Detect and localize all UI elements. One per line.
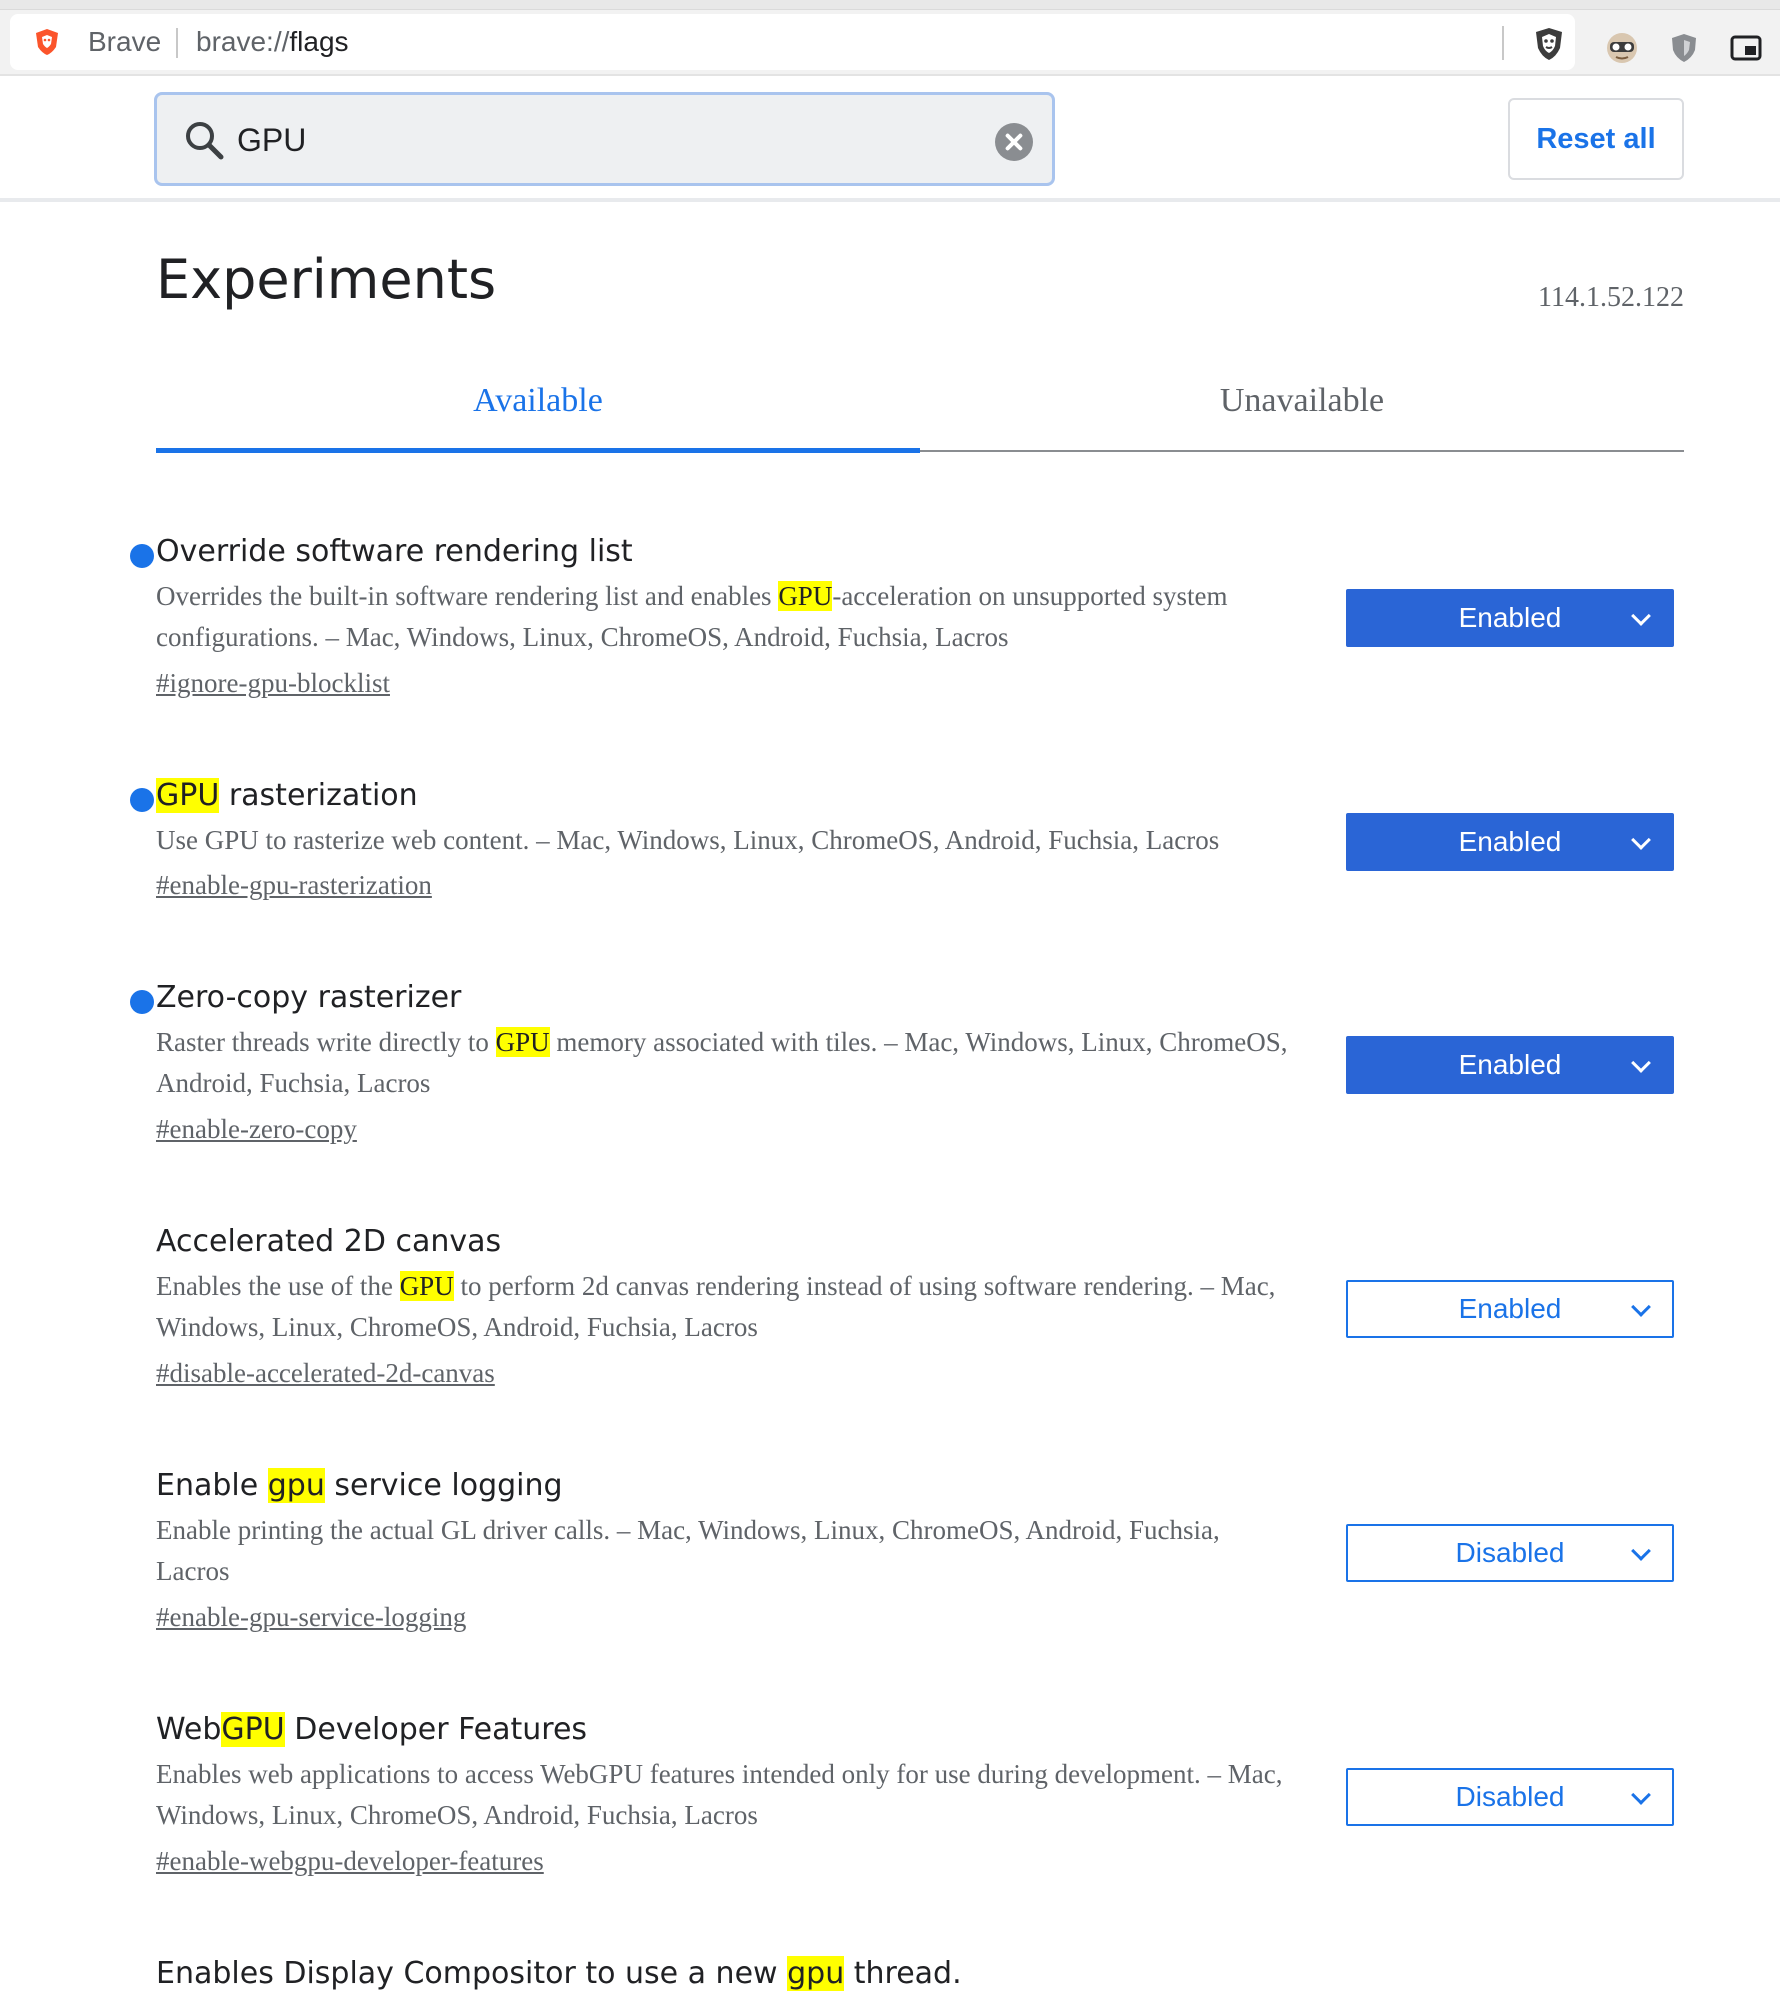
experiment-link[interactable]: #enable-gpu-service-logging bbox=[156, 1602, 466, 1633]
extension-avatar-icon[interactable] bbox=[1604, 30, 1640, 66]
experiment-title: Enables Display Compositor to use a new … bbox=[156, 1956, 962, 1991]
desc-text: Use GPU to rasterize web content. – Mac,… bbox=[156, 825, 1220, 855]
browser-toolbar: Brave brave://flags bbox=[0, 10, 1780, 76]
experiment-title: GPU rasterization bbox=[156, 778, 418, 813]
tab-unavailable[interactable]: Unavailable bbox=[920, 382, 1684, 420]
experiment-description: Enables the use of the GPU to perform 2d… bbox=[156, 1266, 1296, 1348]
clear-search-icon[interactable] bbox=[995, 123, 1033, 161]
experiment-link[interactable]: #enable-gpu-rasterization bbox=[156, 870, 432, 901]
chevron-down-icon bbox=[1631, 1053, 1651, 1073]
omnibox-brand-label: Brave bbox=[88, 26, 162, 57]
title-text: Override software rendering list bbox=[156, 534, 633, 569]
omnibox-divider-right bbox=[1502, 26, 1504, 60]
experiment-description: Overrides the built-in software renderin… bbox=[156, 576, 1296, 658]
modified-indicator-dot bbox=[130, 990, 154, 1014]
search-highlight: gpu bbox=[787, 1956, 845, 1991]
experiment-link[interactable]: #ignore-gpu-blocklist bbox=[156, 668, 390, 699]
omnibox-divider bbox=[176, 28, 178, 58]
version-label: 114.1.52.122 bbox=[1538, 282, 1684, 313]
select-value: Enabled bbox=[1458, 1049, 1562, 1080]
brave-shields-icon[interactable] bbox=[1532, 26, 1566, 62]
chevron-down-icon bbox=[1631, 606, 1651, 626]
search-input[interactable] bbox=[237, 115, 937, 165]
title-text: rasterization bbox=[219, 778, 418, 813]
select-value: Enabled bbox=[1458, 1293, 1562, 1324]
title-text-continued: Developer Features bbox=[284, 1712, 588, 1747]
select-value: Disabled bbox=[1455, 1537, 1565, 1568]
experiment-title: Zero-copy rasterizer bbox=[156, 980, 461, 1015]
experiment-title: Override software rendering list bbox=[156, 534, 633, 569]
experiment-description: Enables web applications to access WebGP… bbox=[156, 1754, 1296, 1836]
title-text: Zero-copy rasterizer bbox=[156, 980, 462, 1015]
search-highlight: GPU bbox=[495, 1027, 550, 1057]
experiment-state-select[interactable]: Enabled bbox=[1346, 589, 1674, 647]
desc-text: Enables web applications to access WebGP… bbox=[156, 1759, 1283, 1830]
title-text-continued: thread. bbox=[844, 1956, 962, 1991]
search-highlight: GPU bbox=[399, 1271, 454, 1301]
experiment-link[interactable]: #enable-zero-copy bbox=[156, 1114, 357, 1145]
chevron-down-icon bbox=[1631, 1541, 1651, 1561]
chevron-down-icon bbox=[1631, 1297, 1651, 1317]
select-value: Disabled bbox=[1455, 1781, 1565, 1812]
search-icon bbox=[186, 122, 224, 160]
brave-logo-icon bbox=[36, 29, 58, 55]
url-path: flags bbox=[289, 26, 349, 57]
sidebar-panel-icon[interactable] bbox=[1728, 30, 1764, 66]
experiment-state-select[interactable]: Disabled bbox=[1346, 1524, 1674, 1582]
experiment-link[interactable]: #disable-accelerated-2d-canvas bbox=[156, 1358, 495, 1389]
experiment-title: WebGPU Developer Features bbox=[156, 1712, 587, 1747]
title-text-continued: service logging bbox=[324, 1468, 563, 1503]
search-box[interactable] bbox=[154, 92, 1055, 186]
select-value: Enabled bbox=[1458, 602, 1562, 633]
address-bar[interactable]: Brave brave://flags bbox=[10, 14, 1575, 70]
tab-strip bbox=[0, 0, 1780, 10]
chevron-down-icon bbox=[1631, 830, 1651, 850]
desc-text: Overrides the built-in software renderin… bbox=[156, 581, 779, 611]
page-title: Experiments bbox=[156, 248, 497, 311]
title-text: Accelerated 2D canvas bbox=[156, 1224, 502, 1259]
experiment-link[interactable]: #enable-webgpu-developer-features bbox=[156, 1846, 544, 1877]
experiment-state-select[interactable]: Enabled bbox=[1346, 813, 1674, 871]
modified-indicator-dot bbox=[130, 788, 154, 812]
title-text: Web bbox=[156, 1712, 222, 1747]
experiment-title: Accelerated 2D canvas bbox=[156, 1224, 501, 1259]
title-text: Enable bbox=[156, 1468, 268, 1503]
shield-extension-icon[interactable] bbox=[1666, 30, 1702, 66]
select-value: Enabled bbox=[1458, 826, 1562, 857]
tab-available[interactable]: Available bbox=[156, 382, 920, 420]
tab-active-indicator bbox=[156, 448, 920, 453]
search-highlight: GPU bbox=[156, 778, 220, 813]
flags-search-header: Reset all bbox=[0, 78, 1780, 202]
omnibox-url[interactable]: brave://flags bbox=[196, 26, 349, 58]
search-highlight: gpu bbox=[267, 1468, 325, 1503]
experiment-state-select[interactable]: Enabled bbox=[1346, 1036, 1674, 1094]
modified-indicator-dot bbox=[130, 544, 154, 568]
reset-all-button[interactable]: Reset all bbox=[1508, 98, 1684, 180]
experiment-description: Raster threads write directly to GPU mem… bbox=[156, 1022, 1296, 1104]
title-text: Enables Display Compositor to use a new bbox=[156, 1956, 788, 1991]
desc-text: Raster threads write directly to bbox=[156, 1027, 496, 1057]
experiment-state-select[interactable]: Disabled bbox=[1346, 1768, 1674, 1826]
chevron-down-icon bbox=[1631, 1785, 1651, 1805]
experiment-title: Enable gpu service logging bbox=[156, 1468, 563, 1503]
experiment-state-select[interactable]: Enabled bbox=[1346, 1280, 1674, 1338]
search-highlight: GPU bbox=[221, 1712, 285, 1747]
experiment-description: Enable printing the actual GL driver cal… bbox=[156, 1510, 1296, 1592]
url-scheme: brave:// bbox=[196, 26, 290, 57]
desc-text: Enables the use of the bbox=[156, 1271, 400, 1301]
desc-text: Enable printing the actual GL driver cal… bbox=[156, 1515, 1220, 1586]
search-highlight: GPU bbox=[778, 581, 833, 611]
experiment-description: Use GPU to rasterize web content. – Mac,… bbox=[156, 820, 1296, 861]
